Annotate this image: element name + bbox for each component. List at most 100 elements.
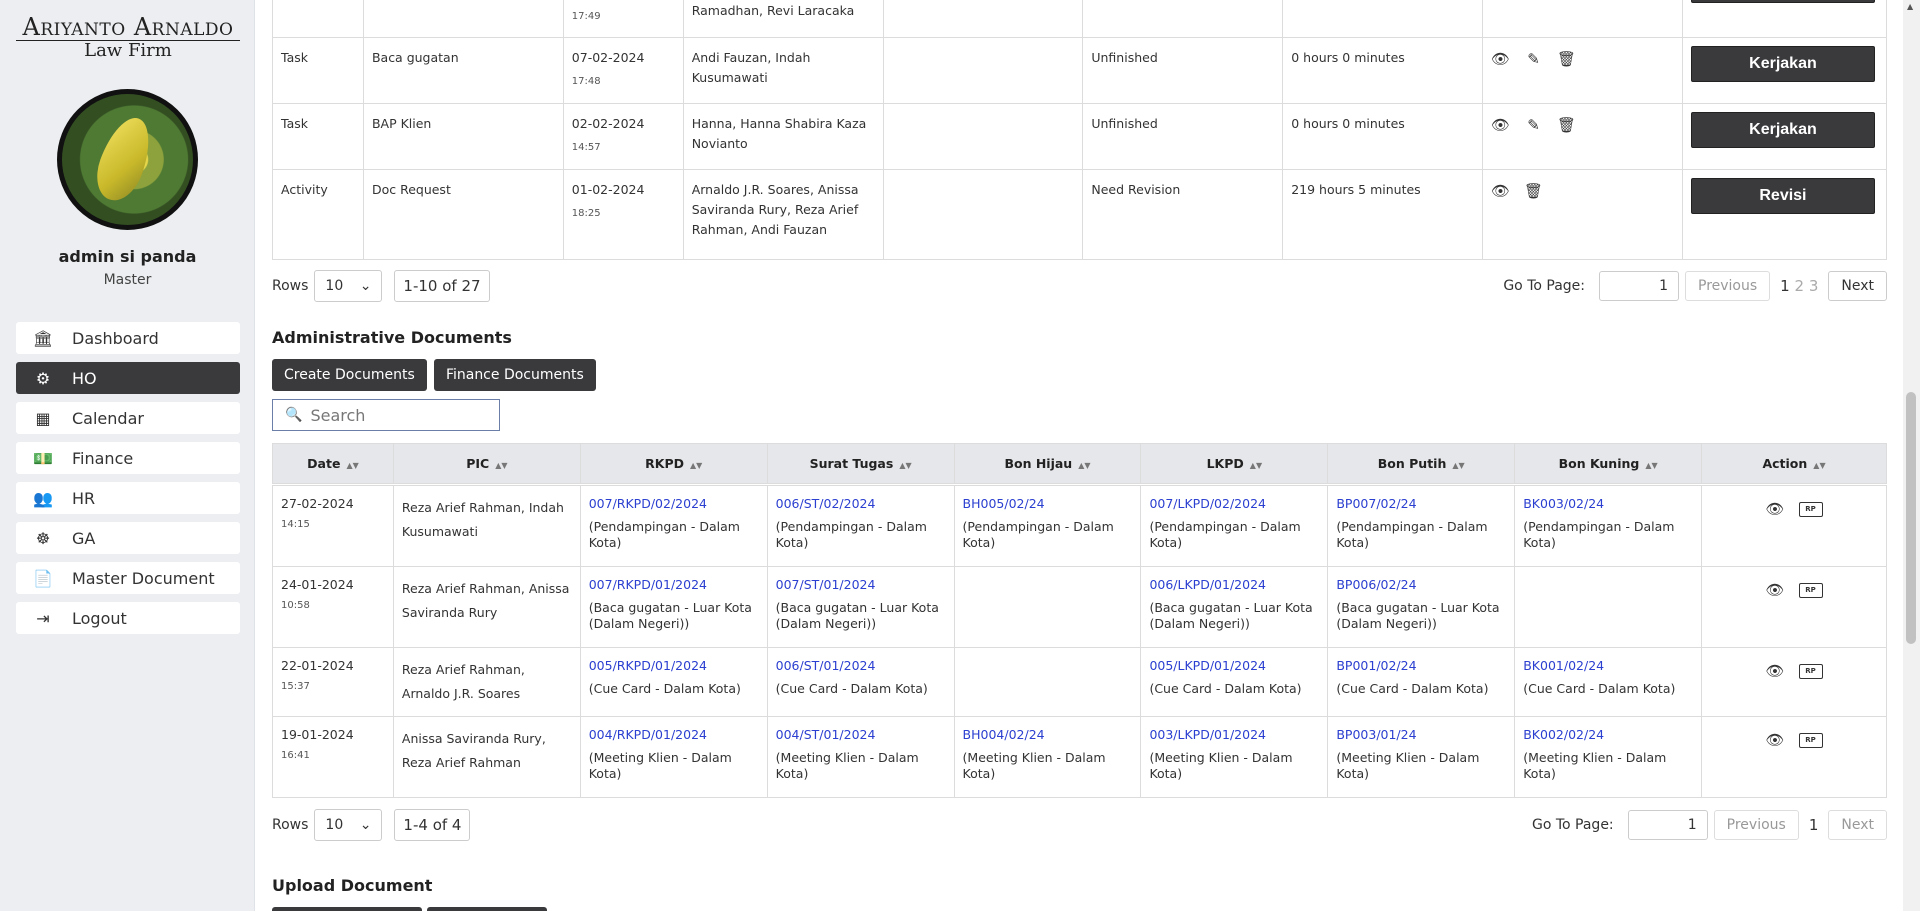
sidebar-nav: 🏛 Dashboard ⚙ HO ▦ Calendar 💵 Finance 👥 … (16, 322, 240, 642)
doc-link[interactable]: 006/ST/02/2024 (776, 496, 946, 511)
payment-icon[interactable]: RP (1798, 502, 1823, 517)
col-header-action[interactable]: Action ▲▼ (1701, 443, 1887, 484)
upload-button-2[interactable] (427, 907, 547, 911)
col-header-lkpd[interactable]: LKPD ▲▼ (1140, 443, 1329, 484)
col-header-pic[interactable]: PIC ▲▼ (392, 443, 581, 484)
cell-lkpd: 005/LKPD/01/2024 (Cue Card - Dalam Kota) (1140, 647, 1329, 717)
cell-pic: Reza Arief Rahman, Indah Kusumawati (392, 485, 581, 567)
cell-lkpd: 007/LKPD/02/2024 (Pendampingan - Dalam Ko… (1140, 485, 1329, 567)
col-header-surat-tugas[interactable]: Surat Tugas ▲▼ (766, 443, 955, 484)
revisi-button[interactable]: Revisi (1690, 178, 1875, 214)
delete-icon[interactable]: 🗑 (1557, 50, 1576, 68)
row-action-button[interactable] (1690, 0, 1875, 3)
upload-button-1[interactable] (272, 907, 422, 911)
view-icon[interactable]: 👁 (1491, 116, 1510, 134)
goto-page-input[interactable]: 1 (1627, 810, 1708, 840)
create-documents-button[interactable]: Create Documents (272, 359, 427, 391)
search-input[interactable]: 🔍 Search (272, 399, 500, 431)
upload-toolbar (272, 906, 552, 911)
user-role: Master (103, 272, 152, 288)
sidebar-item-logout[interactable]: ⇥ Logout (16, 602, 240, 634)
row-count: 1-4 of 4 (394, 809, 471, 841)
section-title-upload: Upload Document (272, 876, 433, 895)
sidebar-item-dashboard[interactable]: 🏛 Dashboard (16, 322, 240, 354)
doc-link[interactable]: BK002/02/24 (1523, 727, 1693, 742)
main-content: 17:49 Ramadhan, Revi Laracaka Task Baca … (272, 0, 1888, 911)
delete-icon[interactable]: 🗑 (1524, 182, 1543, 200)
document-icon: 📄 (33, 568, 53, 588)
previous-button[interactable]: Previous (1713, 810, 1799, 840)
doc-link[interactable]: BH004/02/24 (963, 727, 1133, 742)
sidebar-item-ga[interactable]: ☸ GA (16, 522, 240, 554)
view-icon[interactable]: 👁 (1766, 731, 1785, 749)
bank-icon: 🏛 (32, 328, 54, 348)
payment-icon[interactable]: RP (1798, 664, 1823, 679)
goto-page-input[interactable]: 1 (1599, 271, 1679, 301)
sidebar-item-calendar[interactable]: ▦ Calendar (16, 402, 240, 434)
page-1-link[interactable]: 1 (1780, 277, 1790, 295)
col-header-date[interactable]: Date ▲▼ (272, 443, 394, 484)
doc-link[interactable]: BP003/01/24 (1336, 727, 1506, 742)
next-button[interactable]: Next (1828, 810, 1887, 840)
cell-bp: BP006/02/24 (Baca gugatan - Luar Kota (Da… (1327, 566, 1516, 648)
page-3-link[interactable]: 3 (1809, 277, 1819, 295)
col-header-bon-hijau[interactable]: Bon Hijau ▲▼ (953, 443, 1142, 484)
doc-link[interactable]: 005/LKPD/01/2024 (1149, 658, 1319, 673)
admin-docs-table: Date ▲▼ PIC ▲▼ RKPD ▲▼ Surat Tugas ▲▼ Bon Hi… (272, 443, 1887, 484)
cell-st: 006/ST/02/2024 (Pendampingan - Dalam Kota… (766, 485, 955, 567)
payment-icon[interactable]: RP (1798, 733, 1823, 748)
doc-link[interactable]: 003/LKPD/01/2024 (1149, 727, 1319, 742)
doc-link[interactable]: 007/LKPD/02/2024 (1149, 496, 1319, 511)
doc-link[interactable]: 004/ST/01/2024 (776, 727, 946, 742)
edit-icon[interactable]: ✎ (1524, 50, 1543, 68)
kerjakan-button[interactable]: Kerjakan (1690, 46, 1875, 82)
next-button[interactable]: Next (1828, 271, 1887, 301)
delete-icon[interactable]: 🗑 (1557, 116, 1576, 134)
col-header-bon-putih[interactable]: Bon Putih ▲▼ (1327, 443, 1516, 484)
sidebar-item-hr[interactable]: 👥 HR (16, 482, 240, 514)
view-icon[interactable]: 👁 (1766, 581, 1785, 599)
docs-pagination: Rows 10 ⌄ 1-4 of 4 Go To Page: 1 Previou… (272, 809, 1887, 841)
sidebar-item-master-document[interactable]: 📄 Master Document (16, 562, 240, 594)
doc-link[interactable]: 006/ST/01/2024 (776, 658, 946, 673)
view-icon[interactable]: 👁 (1491, 182, 1510, 200)
doc-link[interactable]: 007/RKPD/01/2024 (589, 577, 759, 592)
payment-icon[interactable]: RP (1798, 583, 1823, 598)
doc-link[interactable]: BK001/02/24 (1523, 658, 1693, 673)
doc-link[interactable]: BH005/02/24 (963, 496, 1133, 511)
view-icon[interactable]: 👁 (1766, 500, 1785, 518)
sidebar-item-ho[interactable]: ⚙ HO (16, 362, 240, 394)
cell-bk: BK002/02/24 (Meeting Klien - Dalam Kota) (1514, 716, 1703, 798)
doc-link[interactable]: 006/LKPD/01/2024 (1149, 577, 1319, 592)
view-icon[interactable]: 👁 (1491, 50, 1510, 68)
page-numbers: 1 2 3 (1780, 277, 1818, 295)
sidebar-item-finance[interactable]: 💵 Finance (16, 442, 240, 474)
col-header-rkpd[interactable]: RKPD ▲▼ (579, 443, 768, 484)
doc-link[interactable]: 004/RKPD/01/2024 (589, 727, 759, 742)
cell-action: 👁 RP (1701, 485, 1887, 567)
cell-bk: BK001/02/24 (Cue Card - Dalam Kota) (1514, 647, 1703, 717)
doc-link[interactable]: 007/RKPD/02/2024 (589, 496, 759, 511)
doc-link[interactable]: 005/RKPD/01/2024 (589, 658, 759, 673)
firm-logo: Ariyanto Arnaldo Law Firm (16, 14, 240, 61)
money-icon: 💵 (33, 448, 53, 468)
rows-per-page-select[interactable]: 10 ⌄ (314, 809, 383, 841)
col-header-bon-kuning[interactable]: Bon Kuning ▲▼ (1514, 443, 1703, 484)
team-icon: 👥 (33, 488, 53, 508)
doc-link[interactable]: 007/ST/01/2024 (776, 577, 946, 592)
doc-link[interactable]: BP006/02/24 (1336, 577, 1506, 592)
scrollbar-thumb[interactable] (1906, 392, 1916, 644)
finance-documents-button[interactable]: Finance Documents (433, 359, 596, 391)
sidebar-item-label: Master Document (72, 568, 215, 588)
doc-link[interactable]: BP007/02/24 (1336, 496, 1506, 511)
page-2-link[interactable]: 2 (1795, 277, 1805, 295)
page-1-link[interactable]: 1 (1809, 816, 1819, 834)
view-icon[interactable]: 👁 (1766, 662, 1785, 680)
kerjakan-button[interactable]: Kerjakan (1690, 112, 1875, 148)
doc-link[interactable]: BP001/02/24 (1336, 658, 1506, 673)
doc-link[interactable]: BK003/02/24 (1523, 496, 1693, 511)
edit-icon[interactable]: ✎ (1524, 116, 1543, 134)
previous-button[interactable]: Previous (1685, 271, 1771, 301)
rows-per-page-select[interactable]: 10 ⌄ (314, 270, 383, 302)
scroll-up-icon[interactable]: ▲ (1907, 2, 1913, 11)
